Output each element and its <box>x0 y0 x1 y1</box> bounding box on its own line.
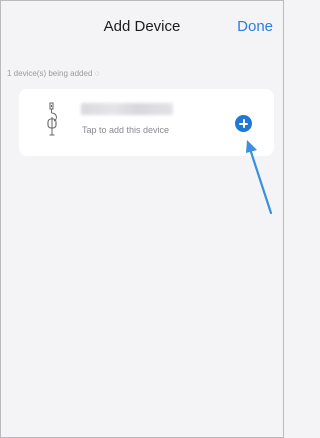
tap-to-add-hint: Tap to add this device <box>82 125 170 135</box>
device-card[interactable]: Tap to add this device <box>19 89 274 156</box>
pointer-arrow-icon <box>246 140 273 215</box>
navigation-bar: Add Device Done <box>1 1 283 51</box>
adding-status-text: 1 device(s) being added ◌ <box>7 69 100 78</box>
app-screen: Add Device Done 1 device(s) being added … <box>0 0 284 438</box>
device-plug-icon <box>47 102 57 136</box>
done-button[interactable]: Done <box>237 18 273 35</box>
add-device-button[interactable] <box>235 115 252 132</box>
device-name-redacted <box>81 103 173 115</box>
